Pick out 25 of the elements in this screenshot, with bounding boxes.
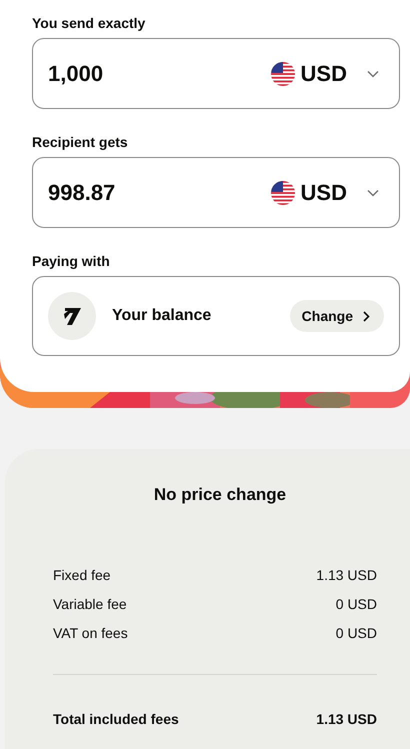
fee-label: VAT on fees xyxy=(53,624,128,642)
payment-method-card[interactable]: Your balance Change xyxy=(32,276,400,356)
total-value: 1.13 USD xyxy=(316,710,377,728)
amount-field[interactable]: 1,000 USD xyxy=(32,38,400,109)
change-button[interactable]: Change xyxy=(290,300,384,332)
field-label: Paying with xyxy=(32,252,111,270)
fee-value: 1.13 USD xyxy=(316,566,377,584)
chevron-down-icon xyxy=(367,70,379,78)
field-label: Recipient gets xyxy=(32,133,129,151)
currency-selector[interactable]: USD xyxy=(270,176,379,209)
fee-value: 0 USD xyxy=(336,624,377,642)
fee-label: Variable fee xyxy=(53,594,127,614)
fee-label: Fixed fee xyxy=(53,566,111,584)
fee-title: No price change xyxy=(152,484,288,506)
balance-icon xyxy=(48,292,96,340)
amount-field[interactable]: 998.87 USD xyxy=(32,157,400,228)
chevron-right-icon xyxy=(363,310,370,322)
field-label: You send exactly xyxy=(32,14,146,32)
payment-method: Your balance xyxy=(112,306,212,326)
flag-icon xyxy=(270,180,295,204)
fee-value: 0 USD xyxy=(336,594,377,614)
flag-icon xyxy=(270,62,295,86)
total-label: Total included fees xyxy=(53,710,179,728)
chevron-down-icon xyxy=(367,188,379,196)
currency-selector[interactable]: USD xyxy=(270,57,379,90)
